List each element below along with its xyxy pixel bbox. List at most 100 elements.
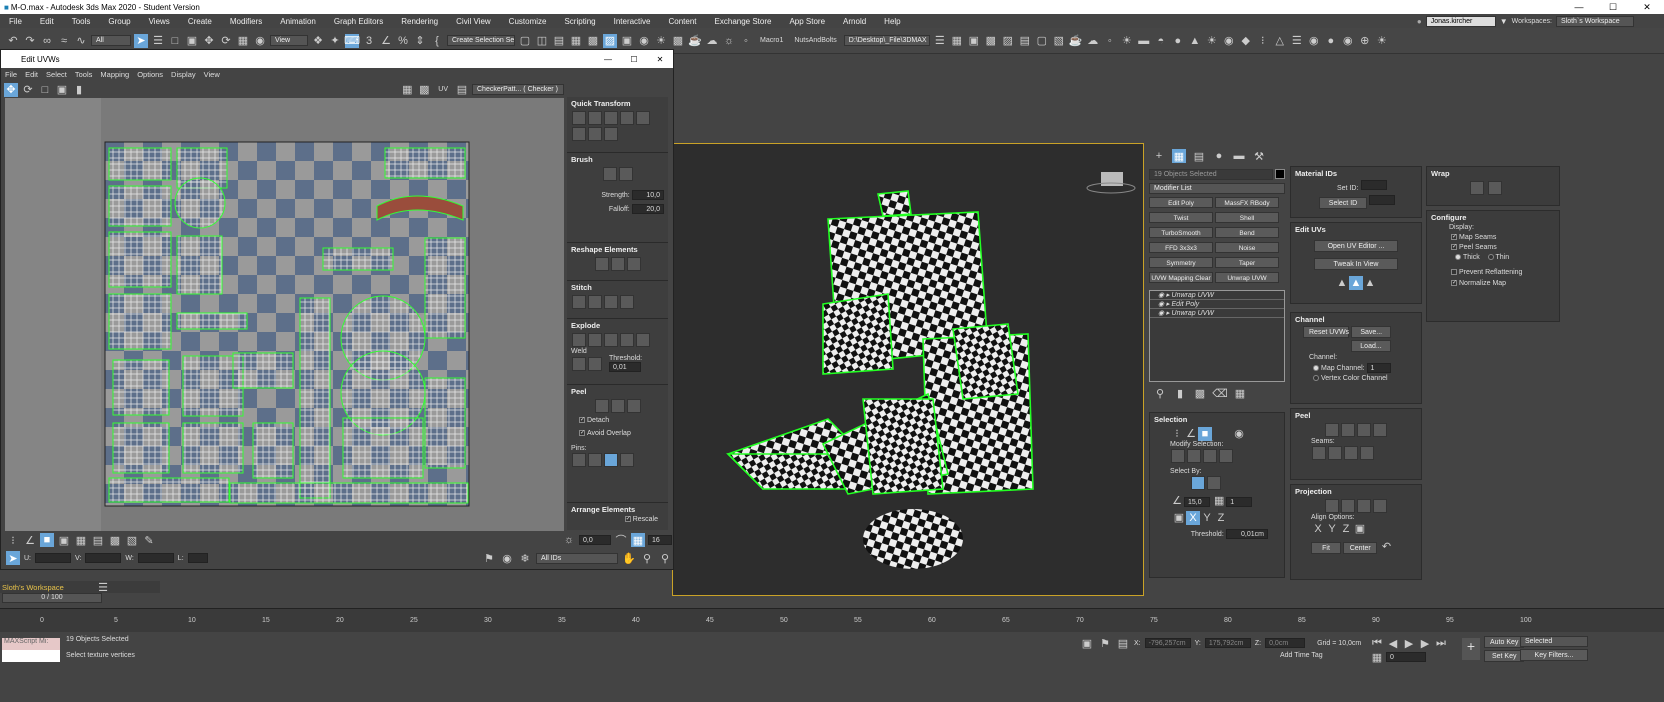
uv-grow-icon[interactable]: ▦ [74, 533, 88, 547]
window-crossing-icon[interactable]: ▣ [185, 34, 199, 48]
align-z-button[interactable]: Z [1339, 522, 1353, 536]
align-y-button[interactable]: Y [1325, 522, 1339, 536]
brush-title[interactable]: Brush [571, 155, 664, 166]
arnold-render-icon[interactable]: ● [1324, 34, 1338, 48]
explode-a-icon[interactable] [572, 333, 586, 347]
render-shaded-icon[interactable]: ◦ [1103, 34, 1117, 48]
menu-exchange-store[interactable]: Exchange Store [706, 17, 781, 26]
workspace-dropdown[interactable]: Sloth`s Workspace [1556, 15, 1634, 27]
peel-seams-checkbox[interactable]: ✓ Peel Seams [1427, 244, 1559, 251]
edit-uv-mode-b-icon[interactable]: ▲ [1349, 276, 1363, 290]
move-icon[interactable]: ✥ [202, 34, 216, 48]
menu-tools[interactable]: Tools [63, 17, 100, 26]
uv-menu-tools[interactable]: Tools [71, 70, 97, 79]
tweak-in-view-button[interactable]: Tweak In View [1314, 258, 1398, 270]
auto-key-button[interactable]: Auto Key [1484, 636, 1525, 648]
go-end-icon[interactable]: ⏭ [1434, 636, 1448, 650]
selection-title[interactable]: Selection [1150, 413, 1284, 426]
photometric-icon[interactable]: ◆ [1239, 34, 1253, 48]
keyboard-shortcut-icon[interactable]: ⌨ [344, 33, 360, 48]
uv-menu-view[interactable]: View [200, 70, 224, 79]
select-by-element-icon[interactable] [1191, 475, 1205, 490]
stack-item[interactable]: ◉ ▸ Unwrap UVW [1150, 309, 1284, 318]
uv-menu-edit[interactable]: Edit [21, 70, 42, 79]
wrap-box-icon[interactable] [1488, 181, 1503, 195]
arnold-ipr-icon[interactable]: ◉ [1341, 34, 1355, 48]
uv-ids-dropdown[interactable]: All IDs [536, 552, 618, 564]
sphere-icon[interactable]: ● [1171, 34, 1185, 48]
qt-gizmo-icon[interactable] [572, 111, 586, 125]
selection-set-dropdown[interactable]: Create Selection Se [447, 35, 515, 46]
snap-icon[interactable]: 3 [362, 34, 376, 48]
menu-modifiers[interactable]: Modifiers [221, 17, 271, 26]
qt-align-v-icon[interactable] [604, 111, 618, 125]
mod-twist-button[interactable]: Twist [1149, 212, 1213, 223]
material-ids-title[interactable]: Material IDs [1291, 167, 1421, 180]
render-icon[interactable]: ☕ [688, 34, 702, 48]
map-channel-radio[interactable]: Map Channel: 1 [1291, 363, 1421, 373]
select-by-angle-icon[interactable]: ∠ [1170, 494, 1184, 508]
workspace-menu-icon[interactable]: ☰ [96, 580, 110, 594]
maxscript-input[interactable] [2, 650, 60, 662]
align-x-button[interactable]: X [1311, 522, 1325, 536]
menu-file[interactable]: File [0, 17, 31, 26]
menu-animation[interactable]: Animation [271, 17, 325, 26]
seam-a-icon[interactable] [1312, 446, 1326, 460]
texture-dropdown[interactable]: CheckerPatt... ( Checker ) [472, 84, 564, 95]
quick-transform-title[interactable]: Quick Transform [571, 99, 664, 110]
undo-icon[interactable]: ↶ [6, 34, 20, 48]
matid-spinner[interactable]: 1 [1226, 497, 1253, 507]
pin-d-icon[interactable] [620, 453, 634, 467]
modifier-list-dropdown[interactable]: Modifier List [1149, 183, 1285, 194]
pin-c-icon[interactable] [604, 453, 618, 467]
qt-rotate-ccw-icon[interactable] [604, 127, 618, 141]
uv-arc-icon[interactable]: ⌒ [614, 533, 628, 547]
object-color-swatch[interactable] [1275, 169, 1285, 179]
current-frame-field[interactable]: 0 [1386, 652, 1426, 662]
save-uvw-button[interactable]: Save... [1351, 326, 1392, 338]
tool-b-icon[interactable]: ▣ [967, 34, 981, 48]
brush-paint-icon[interactable] [602, 167, 617, 181]
uv-absolute-icon[interactable]: ➤ [6, 551, 20, 565]
peel-a-icon[interactable] [1325, 423, 1339, 437]
uv-lock-icon[interactable]: ⚑ [482, 551, 496, 565]
minimize-button[interactable]: — [1562, 2, 1596, 13]
object-name-field[interactable]: 19 Objects Selected [1149, 169, 1273, 180]
uv-edge-icon[interactable]: ∠ [23, 533, 37, 547]
peel-b-icon[interactable] [1341, 423, 1355, 437]
nuts-and-bolts-button[interactable]: NutsAndBolts [790, 37, 840, 44]
wrap-spline-icon[interactable] [1470, 181, 1484, 195]
normalize-map-checkbox[interactable]: ✓ Normalize Map [1427, 280, 1559, 287]
uv-maximize-button[interactable]: ☐ [621, 55, 647, 64]
menu-edit[interactable]: Edit [31, 17, 63, 26]
weld-b-icon[interactable] [588, 356, 602, 371]
explode-c-icon[interactable] [604, 333, 618, 347]
ring-icon[interactable] [1219, 448, 1233, 463]
rect-selection-icon[interactable]: □ [168, 34, 182, 48]
plane-icon[interactable]: ▬ [1137, 34, 1151, 48]
proj-planar-icon[interactable] [1325, 499, 1339, 513]
uv-loop-icon[interactable]: ▩ [108, 533, 122, 547]
proj-cylinder-icon[interactable] [1341, 499, 1355, 513]
mod-taper-button[interactable]: Taper [1215, 257, 1279, 268]
set-key-button[interactable]: Set Key [1484, 650, 1525, 662]
fit-button[interactable]: Fit [1311, 542, 1341, 554]
open-uv-editor-button[interactable]: Open UV Editor ... [1314, 240, 1398, 252]
y-axis-icon[interactable]: Y [1200, 511, 1214, 525]
mirror-icon[interactable]: ▢ [518, 34, 532, 48]
unlink-icon[interactable]: ≈ [57, 34, 71, 48]
peel-d-icon[interactable] [1373, 423, 1387, 437]
stitch-title[interactable]: Stitch [571, 283, 664, 294]
uv-zoom-icon[interactable]: ⚲ [640, 551, 654, 565]
select-manipulate-icon[interactable]: ✦ [328, 34, 342, 48]
tool-a-icon[interactable]: ▦ [950, 34, 964, 48]
ribbon-icon[interactable]: ▩ [586, 34, 600, 48]
link-icon[interactable]: ∞ [40, 34, 54, 48]
cone-light-icon[interactable]: ▲ [1188, 34, 1202, 48]
uv-face-icon[interactable]: ■ [40, 533, 54, 547]
qt-rotate-cw-icon[interactable] [620, 111, 634, 125]
make-unique-icon[interactable]: ▩ [1193, 386, 1207, 400]
menu-interactive[interactable]: Interactive [605, 17, 660, 26]
peel-mode-icon[interactable] [610, 399, 625, 413]
render-setup-icon[interactable]: ☀ [654, 34, 668, 48]
